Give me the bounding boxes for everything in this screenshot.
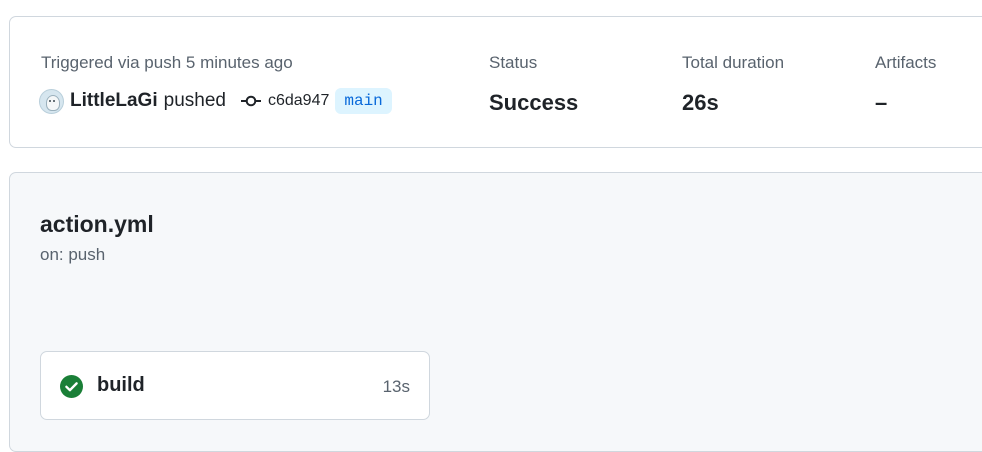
- duration-value: 26s: [682, 90, 719, 115]
- workflow-graph: action.yml on: push build 13s: [9, 172, 982, 452]
- artifacts-label: Artifacts: [875, 53, 937, 72]
- job-card-build[interactable]: build 13s: [40, 351, 430, 420]
- commit-sha-link[interactable]: c6da947: [268, 92, 329, 110]
- job-duration: 13s: [382, 377, 410, 396]
- action-text: pushed: [163, 90, 226, 111]
- duration-label: Total duration: [682, 53, 785, 72]
- user-avatar-icon[interactable]: [39, 88, 64, 114]
- trigger-label: Triggered via push 5 minutes ago: [41, 53, 293, 72]
- workflow-file-name: action.yml: [40, 211, 154, 237]
- job-name: build: [97, 374, 145, 396]
- actor-link[interactable]: LittleLaGi: [70, 90, 158, 112]
- check-circle-fill-icon: [60, 375, 83, 398]
- status-label: Status: [489, 53, 538, 72]
- status-value: Success: [489, 90, 579, 115]
- trigger-details: LittleLaGi pushed c6da947 main: [39, 88, 392, 114]
- git-commit-icon: [240, 95, 261, 107]
- run-summary-card: Triggered via push 5 minutes ago LittleL…: [9, 16, 982, 148]
- branch-label[interactable]: main: [335, 88, 392, 114]
- artifacts-value: –: [875, 90, 888, 115]
- workflow-trigger: on: push: [40, 245, 106, 264]
